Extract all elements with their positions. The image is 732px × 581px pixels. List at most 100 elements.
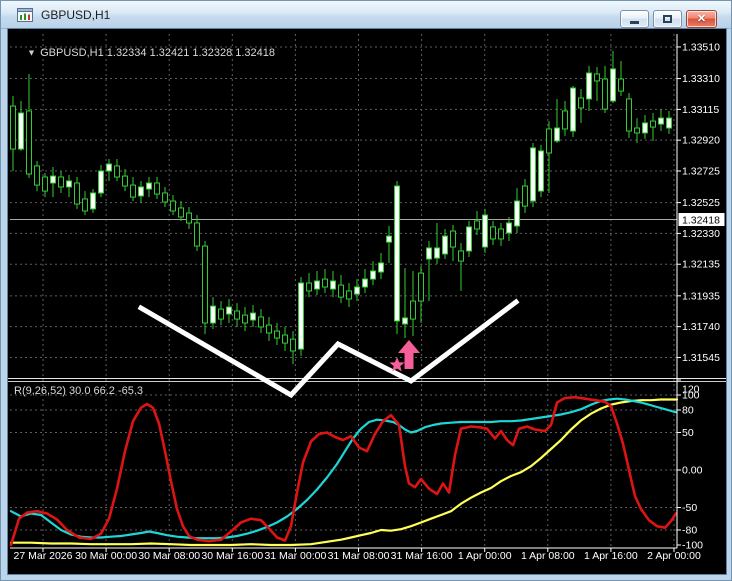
time-axis-label: 2 Apr 00:00 [647,550,701,562]
price-axis-label: 1.32525 [682,197,720,209]
candle-body [554,127,560,142]
candle-body [314,280,320,290]
candle-body [250,312,256,321]
time-axis-label: 27 Mar 2026 [14,550,73,562]
indicator-axis-label: 80 [682,404,694,416]
indicator-axis-label: -50 [682,502,697,514]
time-axis-label: 31 Mar 16:00 [391,550,453,562]
candle-body [522,185,528,207]
candle-body [538,150,544,192]
candle-body [354,286,360,295]
price-axis-label: 1.31545 [682,352,720,364]
candles-group [10,50,672,365]
candle-body [594,73,600,82]
close-icon: ✕ [696,12,707,25]
indicator-axis-label: -80 [682,524,697,536]
candle-body [218,308,224,320]
candle-body [18,112,24,150]
candle-body [258,316,264,328]
candle-body [226,306,232,315]
price-axis-label: 1.32135 [682,259,720,271]
candle-body [282,334,288,344]
price-axis-label: 1.33510 [682,41,720,53]
candle-body [490,226,496,240]
header-open: 1.32334 [106,47,147,59]
candle-body [618,78,624,92]
minimize-button[interactable] [620,10,649,28]
time-axis-label: 30 Mar 16:00 [201,550,263,562]
candle-body [458,250,464,262]
candle-body [90,192,96,210]
candle-body [666,117,672,129]
candle-body [570,87,576,132]
indicator-axis-label: 100 [682,389,700,401]
candle-body [602,78,608,110]
candle-body [658,117,664,125]
candle-body [482,214,488,248]
candle-body [210,305,216,324]
chart-window: GBPUSD,H1 ✕ 1.33510 1.33310 1.33115 1.32920… [0,0,732,581]
candle-body [474,220,480,230]
candle-body [610,68,616,102]
header-symbol: GBPUSD,H1 [40,47,104,59]
price-axis-label: 1.32920 [682,135,720,147]
candle-body [442,235,448,255]
candle-body [298,282,304,350]
window-title: GBPUSD,H1 [41,7,111,22]
chevron-down-icon: ▼ [27,48,37,58]
candle-body [434,247,440,259]
candle-body [506,222,512,234]
signal-cyan-line [9,397,678,540]
candle-body [58,176,64,188]
candle-body [362,278,368,288]
signal-yellow-line [9,398,679,547]
candle-body [122,175,128,187]
candle-body [50,175,56,184]
header-low: 1.32328 [192,47,233,59]
header-close: 1.32418 [235,47,276,59]
chart-icon [17,7,33,22]
candle-body [426,247,432,260]
candle-body [626,98,632,132]
candle-body [162,192,168,203]
header-high: 1.32421 [149,47,190,59]
candle-body [242,314,248,324]
candle-body [402,317,408,325]
candle-body [586,72,592,100]
candle-body [378,262,384,273]
restore-button[interactable] [653,10,682,28]
price-axis-label: 1.33310 [682,73,720,85]
candle-body [266,324,272,334]
title-bar[interactable]: GBPUSD,H1 ✕ [1,1,731,29]
candle-body [138,186,144,197]
candle-body [74,182,80,205]
candle-body [418,272,424,302]
close-button[interactable]: ✕ [686,10,717,28]
candle-body [498,228,504,240]
candle-body [290,338,296,352]
candle-body [186,212,192,224]
candle-body [26,110,32,175]
candle-body [42,176,48,192]
price-axis-label: 1.32330 [682,228,720,240]
time-axis-label: 1 Apr 00:00 [458,550,512,562]
bid-price-label: 1.32418 [682,215,720,227]
candle-body [546,128,552,154]
candle-body [34,165,40,186]
candle-body [178,207,184,218]
chart-client-area[interactable]: 1.33510 1.33310 1.33115 1.32920 1.32725 1.325… [8,29,726,574]
candle-body [394,185,400,322]
candle-body [514,200,520,227]
candle-body [386,235,392,243]
candle-body [106,163,112,172]
candle-body [450,230,456,248]
candle-body [338,284,344,298]
chart-canvas[interactable]: 1.33510 1.33310 1.33115 1.32920 1.32725 1.325… [8,29,726,574]
candle-body [66,180,72,188]
signal-red-line [9,395,678,547]
price-axis-label: 1.33115 [682,104,719,116]
candle-body [530,147,536,202]
price-axis-label: 1.31935 [682,290,720,302]
time-axis-label: 1 Apr 16:00 [584,550,638,562]
indicator-axis-label: 50 [682,427,694,439]
